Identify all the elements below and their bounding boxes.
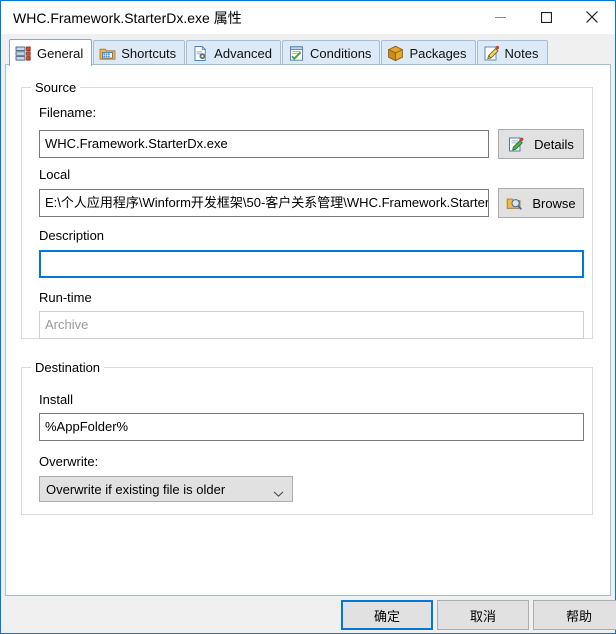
details-document-icon (508, 136, 525, 153)
document-gear-icon (192, 45, 209, 62)
titlebar: WHC.Framework.StarterDx.exe 属性 (1, 1, 615, 34)
checklist-icon (288, 45, 305, 62)
package-box-icon (387, 45, 404, 62)
help-button[interactable]: 帮助 (533, 600, 616, 630)
filename-input[interactable]: WHC.Framework.StarterDx.exe (39, 130, 489, 158)
install-path-input[interactable]: %AppFolder% (39, 413, 584, 441)
browse-button[interactable]: Browse (498, 188, 584, 218)
tab-conditions[interactable]: Conditions (282, 40, 381, 65)
runtime-input[interactable]: Archive (39, 311, 584, 339)
runtime-label: Run-time (39, 290, 92, 305)
tab-shortcuts-label: Shortcuts (121, 45, 177, 61)
tab-notes[interactable]: Notes (476, 40, 548, 65)
pencil-note-icon (483, 45, 500, 62)
close-button[interactable] (569, 1, 615, 33)
tab-advanced-label: Advanced (214, 45, 272, 61)
tab-conditions-label: Conditions (310, 45, 372, 61)
properties-dialog-window: WHC.Framework.StarterDx.exe 属性 General S… (0, 0, 616, 634)
details-button[interactable]: Details (498, 129, 584, 159)
destination-group-legend: Destination (31, 360, 105, 375)
tab-advanced[interactable]: Advanced (186, 40, 281, 65)
overwrite-selected-value: Overwrite if existing file is older (46, 481, 226, 497)
tab-packages[interactable]: Packages (381, 40, 476, 65)
list-properties-icon (15, 45, 32, 62)
maximize-icon (540, 11, 552, 23)
minimize-icon (494, 12, 506, 23)
shortcuts-folder-icon (99, 45, 116, 62)
tab-notes-label: Notes (504, 45, 539, 61)
overwrite-select[interactable]: Overwrite if existing file is older (39, 476, 293, 502)
chevron-down-icon (273, 486, 284, 497)
ok-button[interactable]: 确定 (341, 600, 433, 630)
filename-label: Filename: (39, 105, 97, 120)
caption-button-group (477, 1, 615, 33)
source-group-legend: Source (31, 80, 81, 95)
cancel-button[interactable]: 取消 (437, 600, 529, 630)
local-path-input[interactable]: E:\个人应用程序\Winform开发框架\50-客户关系管理\WHC.Fram… (39, 189, 489, 217)
tab-packages-label: Packages (409, 45, 467, 61)
tab-strip: General Shortcuts Advanced Conditions Pa… (9, 39, 549, 66)
browse-button-label: Browse (532, 195, 576, 211)
description-input[interactable] (39, 250, 584, 278)
window-title: WHC.Framework.StarterDx.exe 属性 (13, 10, 242, 26)
description-label: Description (39, 228, 105, 243)
maximize-button[interactable] (523, 1, 569, 33)
tab-shortcuts[interactable]: Shortcuts (93, 40, 186, 65)
dialog-footer: 确定 取消 帮助 (2, 597, 616, 633)
tab-general[interactable]: General (9, 39, 93, 66)
close-icon (586, 11, 598, 23)
details-button-label: Details (534, 136, 574, 152)
minimize-button[interactable] (477, 1, 523, 33)
browse-folder-icon (506, 195, 523, 212)
local-label: Local (39, 167, 71, 182)
overwrite-label: Overwrite: (39, 454, 99, 469)
install-label: Install (39, 392, 73, 407)
tab-general-label: General (37, 45, 84, 61)
